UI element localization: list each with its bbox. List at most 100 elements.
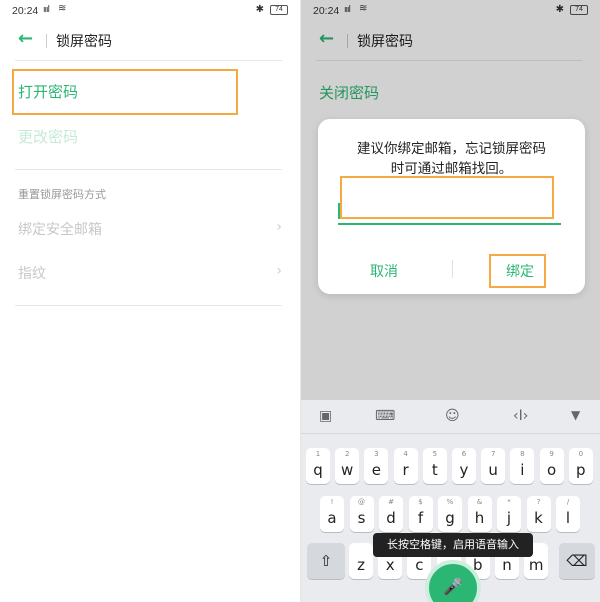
key-f[interactable]: $ f	[408, 496, 433, 532]
key-label: t	[431, 461, 438, 479]
back-arrow-icon[interactable]: ←	[18, 28, 33, 49]
title-bar: ← 锁屏密码	[0, 24, 300, 58]
key-k[interactable]: ? k	[526, 496, 551, 532]
email-input[interactable]	[338, 223, 561, 225]
highlight-box	[340, 176, 554, 219]
key-label: e	[371, 461, 381, 479]
key-hint: $	[418, 498, 423, 506]
collapse-keyboard-icon[interactable]: ▼	[571, 408, 580, 422]
key-hint: 6	[461, 450, 467, 458]
key-q[interactable]: 1q	[306, 448, 330, 484]
key-hint: @	[358, 498, 365, 506]
key-label: o	[547, 461, 557, 479]
key-label: y	[459, 461, 469, 479]
key-label: d	[386, 509, 396, 527]
key-hint: 7	[490, 450, 496, 458]
key-hint: ?	[536, 498, 541, 506]
key-z[interactable]: z	[349, 543, 373, 579]
key-label: m	[528, 556, 544, 574]
key-y[interactable]: 6y	[452, 448, 476, 484]
dialog-message: 建议你绑定邮箱，忘记锁屏密码	[357, 141, 546, 157]
chevron-right-icon: ›	[276, 263, 282, 279]
battery-icon: 74	[270, 5, 288, 15]
key-label: q	[313, 461, 323, 479]
cursor-move-icon[interactable]: ‹I›	[513, 408, 528, 424]
key-i[interactable]: 8i	[510, 448, 535, 484]
status-time: 20:24	[12, 5, 39, 17]
key-label: x	[385, 556, 395, 574]
divider	[15, 60, 282, 61]
key-label: h	[474, 509, 485, 527]
key-label: n	[502, 556, 512, 574]
key-d[interactable]: # d	[379, 496, 403, 532]
key-hint: 9	[549, 450, 554, 458]
key-label: w	[341, 461, 354, 479]
delete-key[interactable]: ⌫	[559, 543, 595, 579]
key-label: r	[402, 461, 409, 479]
wifi-icon: ≋	[58, 3, 67, 14]
key-r[interactable]: 4r	[393, 448, 418, 484]
key-a[interactable]: ! a	[320, 496, 344, 532]
key-label: s	[357, 509, 366, 527]
key-hint: 5	[432, 450, 438, 458]
key-h[interactable]: & h	[467, 496, 492, 532]
key-g[interactable]: % g	[438, 496, 462, 532]
signal-icon: ıııl	[43, 5, 50, 15]
key-o[interactable]: 9o	[539, 448, 564, 484]
key-label: j	[506, 509, 512, 527]
key-label: l	[565, 509, 571, 527]
key-j[interactable]: * j	[497, 496, 521, 532]
page-title: 锁屏密码	[56, 34, 112, 50]
button-divider	[452, 260, 453, 278]
key-label: p	[576, 461, 586, 479]
key-hint: 3	[374, 450, 379, 458]
key-hint: 4	[403, 450, 408, 458]
bind-email-row: 绑定安全邮箱	[18, 222, 102, 238]
emoji-icon[interactable]: ☺	[445, 408, 460, 424]
key-hint: /	[566, 498, 570, 506]
title-divider	[46, 34, 47, 48]
left-screen: 20:24 ıııl ≋ ✱ 74 ← 锁屏密码 打开密码 更改密码 重置锁屏密…	[0, 0, 300, 602]
chevron-right-icon: ›	[276, 219, 282, 235]
key-hint: 2	[344, 450, 350, 458]
highlight-box	[489, 254, 546, 288]
key-e[interactable]: 3e	[364, 448, 389, 484]
key-hint: #	[388, 498, 394, 506]
clipboard-icon[interactable]: ▣	[319, 408, 332, 424]
divider	[15, 305, 282, 306]
key-p[interactable]: 0p	[568, 448, 593, 484]
key-w[interactable]: 2w	[335, 448, 360, 484]
voice-input-tooltip: 长按空格键，启用语音输入	[373, 533, 533, 557]
bind-email-dialog: 建议你绑定邮箱，忘记锁屏密码 时可通过邮箱找回。 取消 绑定	[318, 119, 585, 294]
key-label: g	[445, 509, 455, 527]
key-s[interactable]: @ s	[349, 496, 374, 532]
dialog-message: 时可通过邮箱找回。	[390, 161, 513, 177]
key-hint: 8	[520, 450, 525, 458]
key-label: k	[534, 509, 543, 527]
key-hint: 0	[578, 450, 584, 458]
key-hint: &	[476, 498, 483, 506]
cancel-button[interactable]: 取消	[370, 261, 398, 281]
highlight-box	[12, 69, 238, 115]
key-label: a	[327, 509, 337, 527]
key-label: c	[415, 556, 424, 574]
key-u[interactable]: 7u	[481, 448, 506, 484]
reset-section-label: 重置锁屏密码方式	[18, 188, 106, 201]
fingerprint-row: 指纹	[18, 266, 46, 282]
divider	[15, 169, 282, 170]
key-hint: !	[330, 498, 334, 506]
key-label: z	[357, 556, 365, 574]
key-hint: 1	[315, 450, 321, 458]
status-bar: 20:24 ıııl ≋ ✱ 74	[0, 0, 300, 22]
key-hint: %	[446, 498, 454, 506]
keyboard-layout-icon[interactable]: ⌨	[375, 408, 395, 424]
change-password-item: 更改密码	[18, 128, 79, 146]
bluetooth-icon: ✱	[255, 4, 264, 15]
key-l[interactable]: / l	[556, 496, 580, 532]
key-label: i	[520, 461, 525, 479]
key-t[interactable]: 5t	[422, 448, 447, 484]
key-hint: *	[507, 498, 511, 506]
key-label: f	[417, 509, 424, 527]
shift-key[interactable]: ⇧	[307, 543, 345, 579]
key-label: u	[488, 461, 498, 479]
